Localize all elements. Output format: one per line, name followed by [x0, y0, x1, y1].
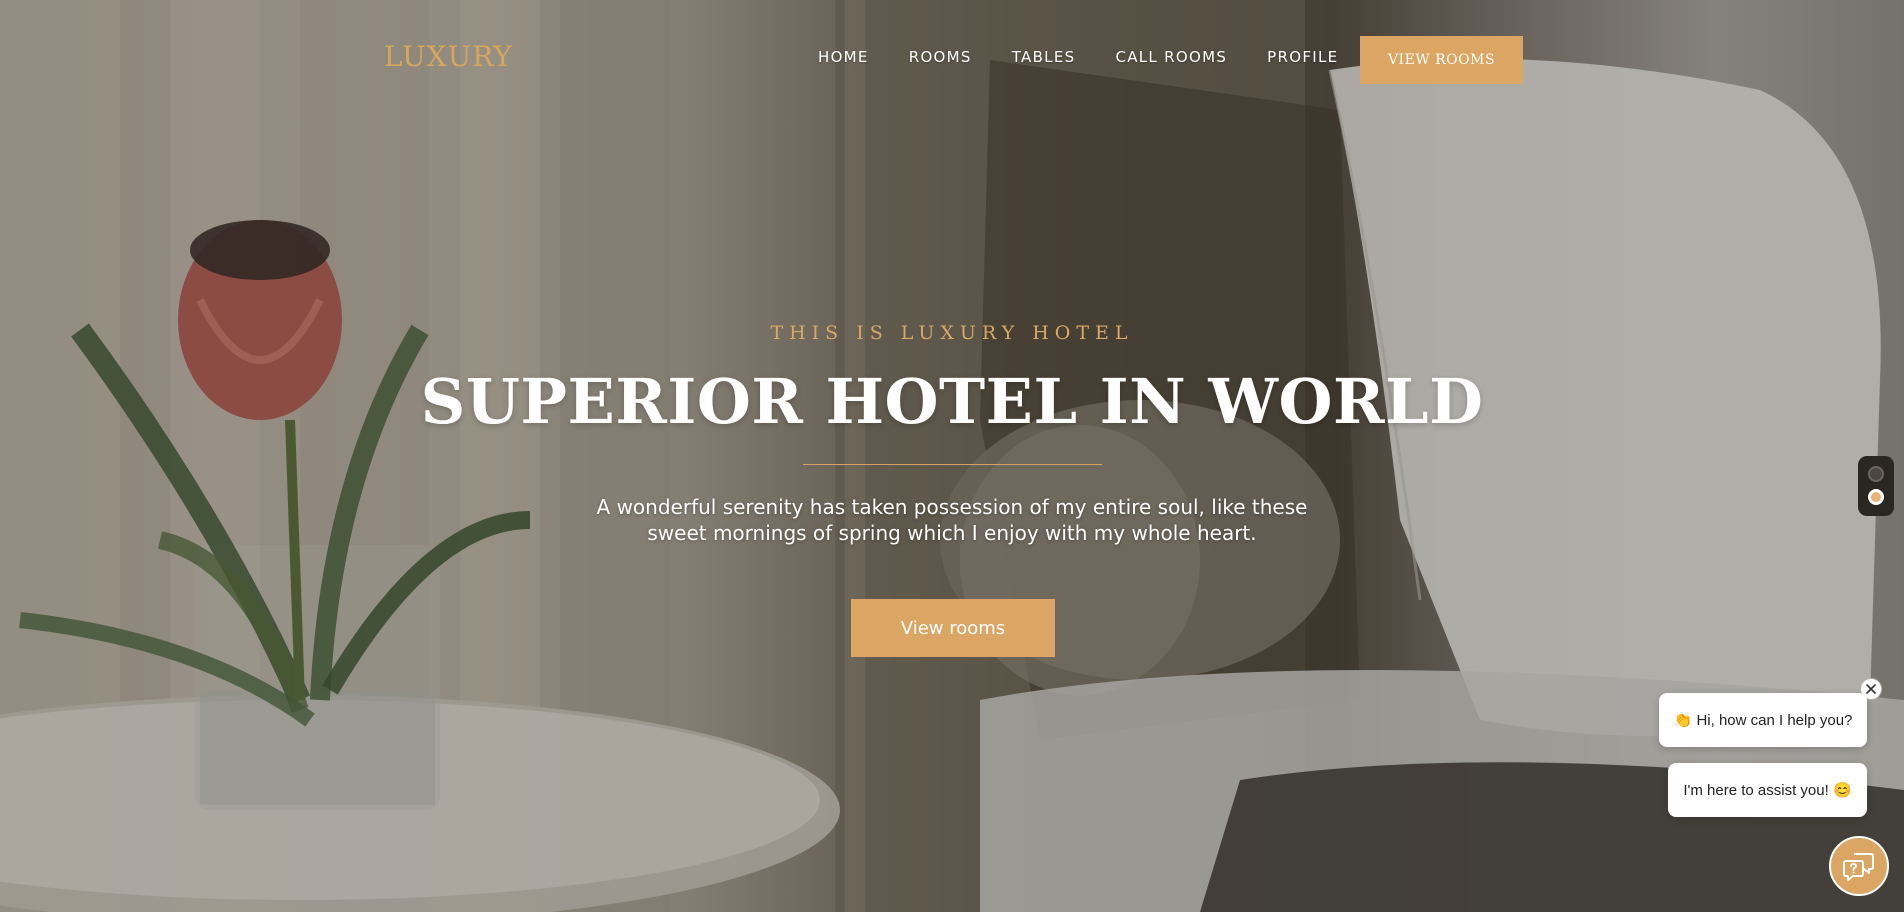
nav-home[interactable]: HOME — [818, 48, 869, 66]
slide-dot-active[interactable] — [1868, 489, 1884, 505]
chat-greeting-bubble[interactable]: 👏 Hi, how can I help you? — [1659, 693, 1867, 747]
chat-launcher-button[interactable] — [1829, 836, 1889, 896]
hero-divider — [803, 464, 1102, 465]
hero-eyebrow: THIS IS LUXURY HOTEL — [770, 322, 1134, 344]
hero-lead: A wonderful serenity has taken possessio… — [596, 495, 1308, 545]
nav-call-rooms[interactable]: CALL ROOMS — [1115, 48, 1227, 66]
slide-dot-inactive[interactable] — [1868, 466, 1884, 482]
site-logo[interactable]: LUXURY — [384, 40, 513, 73]
view-rooms-button[interactable]: View rooms — [851, 599, 1055, 657]
nav-rooms[interactable]: ROOMS — [909, 48, 972, 66]
nav-tables[interactable]: TABLES — [1012, 48, 1076, 66]
nav-profile[interactable]: PROFILE — [1267, 48, 1338, 66]
chat-assist-bubble[interactable]: I'm here to assist you! 😊 — [1668, 763, 1867, 817]
chat-help-icon — [1843, 853, 1874, 881]
main-nav: HOME ROOMS TABLES CALL ROOMS PROFILE — [818, 48, 1378, 66]
hero-headline: SUPERIOR HOTEL IN WORLD — [420, 365, 1484, 438]
view-rooms-header-button[interactable]: VIEW ROOMS — [1360, 36, 1523, 84]
hero-background — [0, 0, 1904, 912]
hero-overlay — [0, 0, 1904, 912]
slide-switcher[interactable] — [1858, 456, 1894, 516]
